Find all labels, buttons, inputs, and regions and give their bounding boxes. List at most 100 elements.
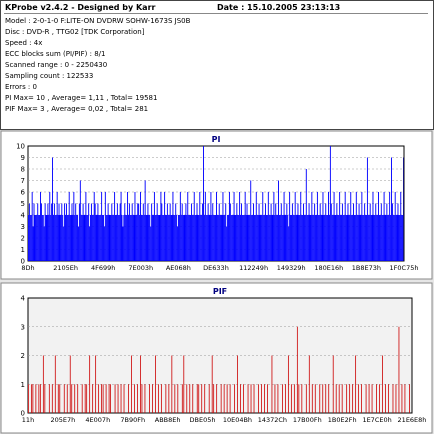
- data-bar: [307, 215, 309, 261]
- data-bar: [36, 215, 38, 261]
- data-bar: [153, 215, 154, 261]
- data-bar: [274, 215, 276, 261]
- data-bar: [103, 226, 105, 261]
- data-bar: [364, 203, 366, 261]
- data-bar: [120, 192, 122, 261]
- data-bar: [181, 203, 183, 261]
- data-bar: [281, 215, 283, 261]
- app-title: KProbe v2.4.2 - Designed by Karr: [5, 3, 156, 12]
- data-bar: [328, 384, 330, 413]
- data-bar: [347, 203, 349, 261]
- data-bar: [290, 215, 292, 261]
- x-tick-label: 112249h: [239, 264, 268, 272]
- data-bar: [134, 384, 135, 413]
- data-bar: [55, 215, 57, 261]
- data-bar: [371, 215, 373, 261]
- data-bar: [135, 215, 137, 261]
- data-bar: [373, 215, 375, 261]
- divider: [4, 13, 428, 14]
- data-bar: [108, 384, 110, 413]
- data-bar: [162, 215, 164, 261]
- data-bar: [326, 215, 328, 261]
- data-bar: [165, 215, 167, 261]
- data-bar: [71, 384, 73, 413]
- data-bar: [257, 215, 259, 261]
- model-line: Model : 2-0-1-0 F:LITE-ON DVDRW SOHW-167…: [5, 17, 191, 25]
- data-bar: [198, 384, 200, 413]
- data-bar: [77, 215, 79, 261]
- data-bar: [341, 215, 342, 261]
- data-bar: [157, 215, 159, 261]
- data-bar: [39, 384, 41, 413]
- data-bar: [234, 215, 236, 261]
- data-bar: [155, 355, 156, 413]
- data-bar: [140, 192, 141, 261]
- data-bar: [140, 215, 142, 261]
- data-bar: [332, 355, 334, 413]
- data-bar: [101, 192, 103, 261]
- data-bar: [88, 203, 90, 261]
- data-bar: [215, 215, 216, 261]
- data-bar: [253, 215, 255, 261]
- data-bar: [216, 192, 217, 261]
- data-bar: [209, 215, 211, 261]
- data-bar: [148, 215, 150, 261]
- data-bar: [233, 192, 235, 261]
- data-bar: [389, 192, 391, 261]
- data-bar: [277, 215, 279, 261]
- data-bar: [117, 384, 119, 413]
- data-bar: [53, 203, 55, 261]
- data-bar: [142, 203, 144, 261]
- speed-line: Speed : 4x: [5, 39, 43, 47]
- data-bar: [57, 384, 59, 413]
- data-bar: [312, 215, 314, 261]
- data-bar: [398, 326, 400, 413]
- data-bar: [391, 157, 392, 261]
- data-bar: [338, 215, 340, 261]
- data-bar: [73, 192, 75, 261]
- data-bar: [35, 215, 37, 261]
- data-bar: [77, 384, 79, 413]
- y-tick-label: 3: [21, 323, 25, 331]
- data-bar: [59, 384, 61, 413]
- data-bar: [325, 384, 327, 413]
- data-bar: [235, 215, 237, 261]
- data-bar: [284, 384, 286, 413]
- data-bar: [327, 215, 329, 261]
- y-tick-label: 1: [21, 381, 25, 389]
- kprobe-window: KProbe v2.4.2 - Designed by Karr Date : …: [0, 0, 434, 434]
- data-bar: [149, 215, 151, 261]
- x-tick-label: 17B00Fh: [293, 416, 322, 424]
- data-bar: [69, 355, 71, 413]
- data-bar: [395, 215, 397, 261]
- data-bar: [189, 215, 191, 261]
- data-bar: [193, 192, 195, 261]
- data-bar: [308, 203, 310, 261]
- data-bar: [204, 192, 206, 261]
- data-bar: [392, 215, 394, 261]
- data-bar: [354, 215, 356, 261]
- data-bar: [226, 226, 228, 261]
- data-bar: [46, 215, 48, 261]
- data-bar: [128, 384, 129, 413]
- data-bar: [184, 215, 186, 261]
- data-bar: [161, 203, 163, 261]
- data-bar: [194, 215, 196, 261]
- data-bar: [226, 384, 228, 413]
- data-bar: [361, 192, 363, 261]
- data-bar: [83, 215, 85, 261]
- data-bar: [42, 355, 44, 413]
- y-tick-label: 4: [21, 295, 26, 303]
- data-bar: [396, 215, 398, 261]
- data-bar: [144, 180, 146, 261]
- data-bar: [205, 215, 207, 261]
- data-bar: [197, 215, 199, 261]
- x-tick-label: 10E04Bh: [223, 416, 252, 424]
- data-bar: [71, 203, 73, 261]
- data-bar: [196, 384, 198, 413]
- data-bar: [110, 384, 111, 413]
- chart-title: PI: [212, 135, 221, 144]
- data-bar: [79, 180, 81, 261]
- data-bar: [252, 215, 254, 261]
- info-panel: KProbe v2.4.2 - Designed by Karr Date : …: [0, 0, 434, 130]
